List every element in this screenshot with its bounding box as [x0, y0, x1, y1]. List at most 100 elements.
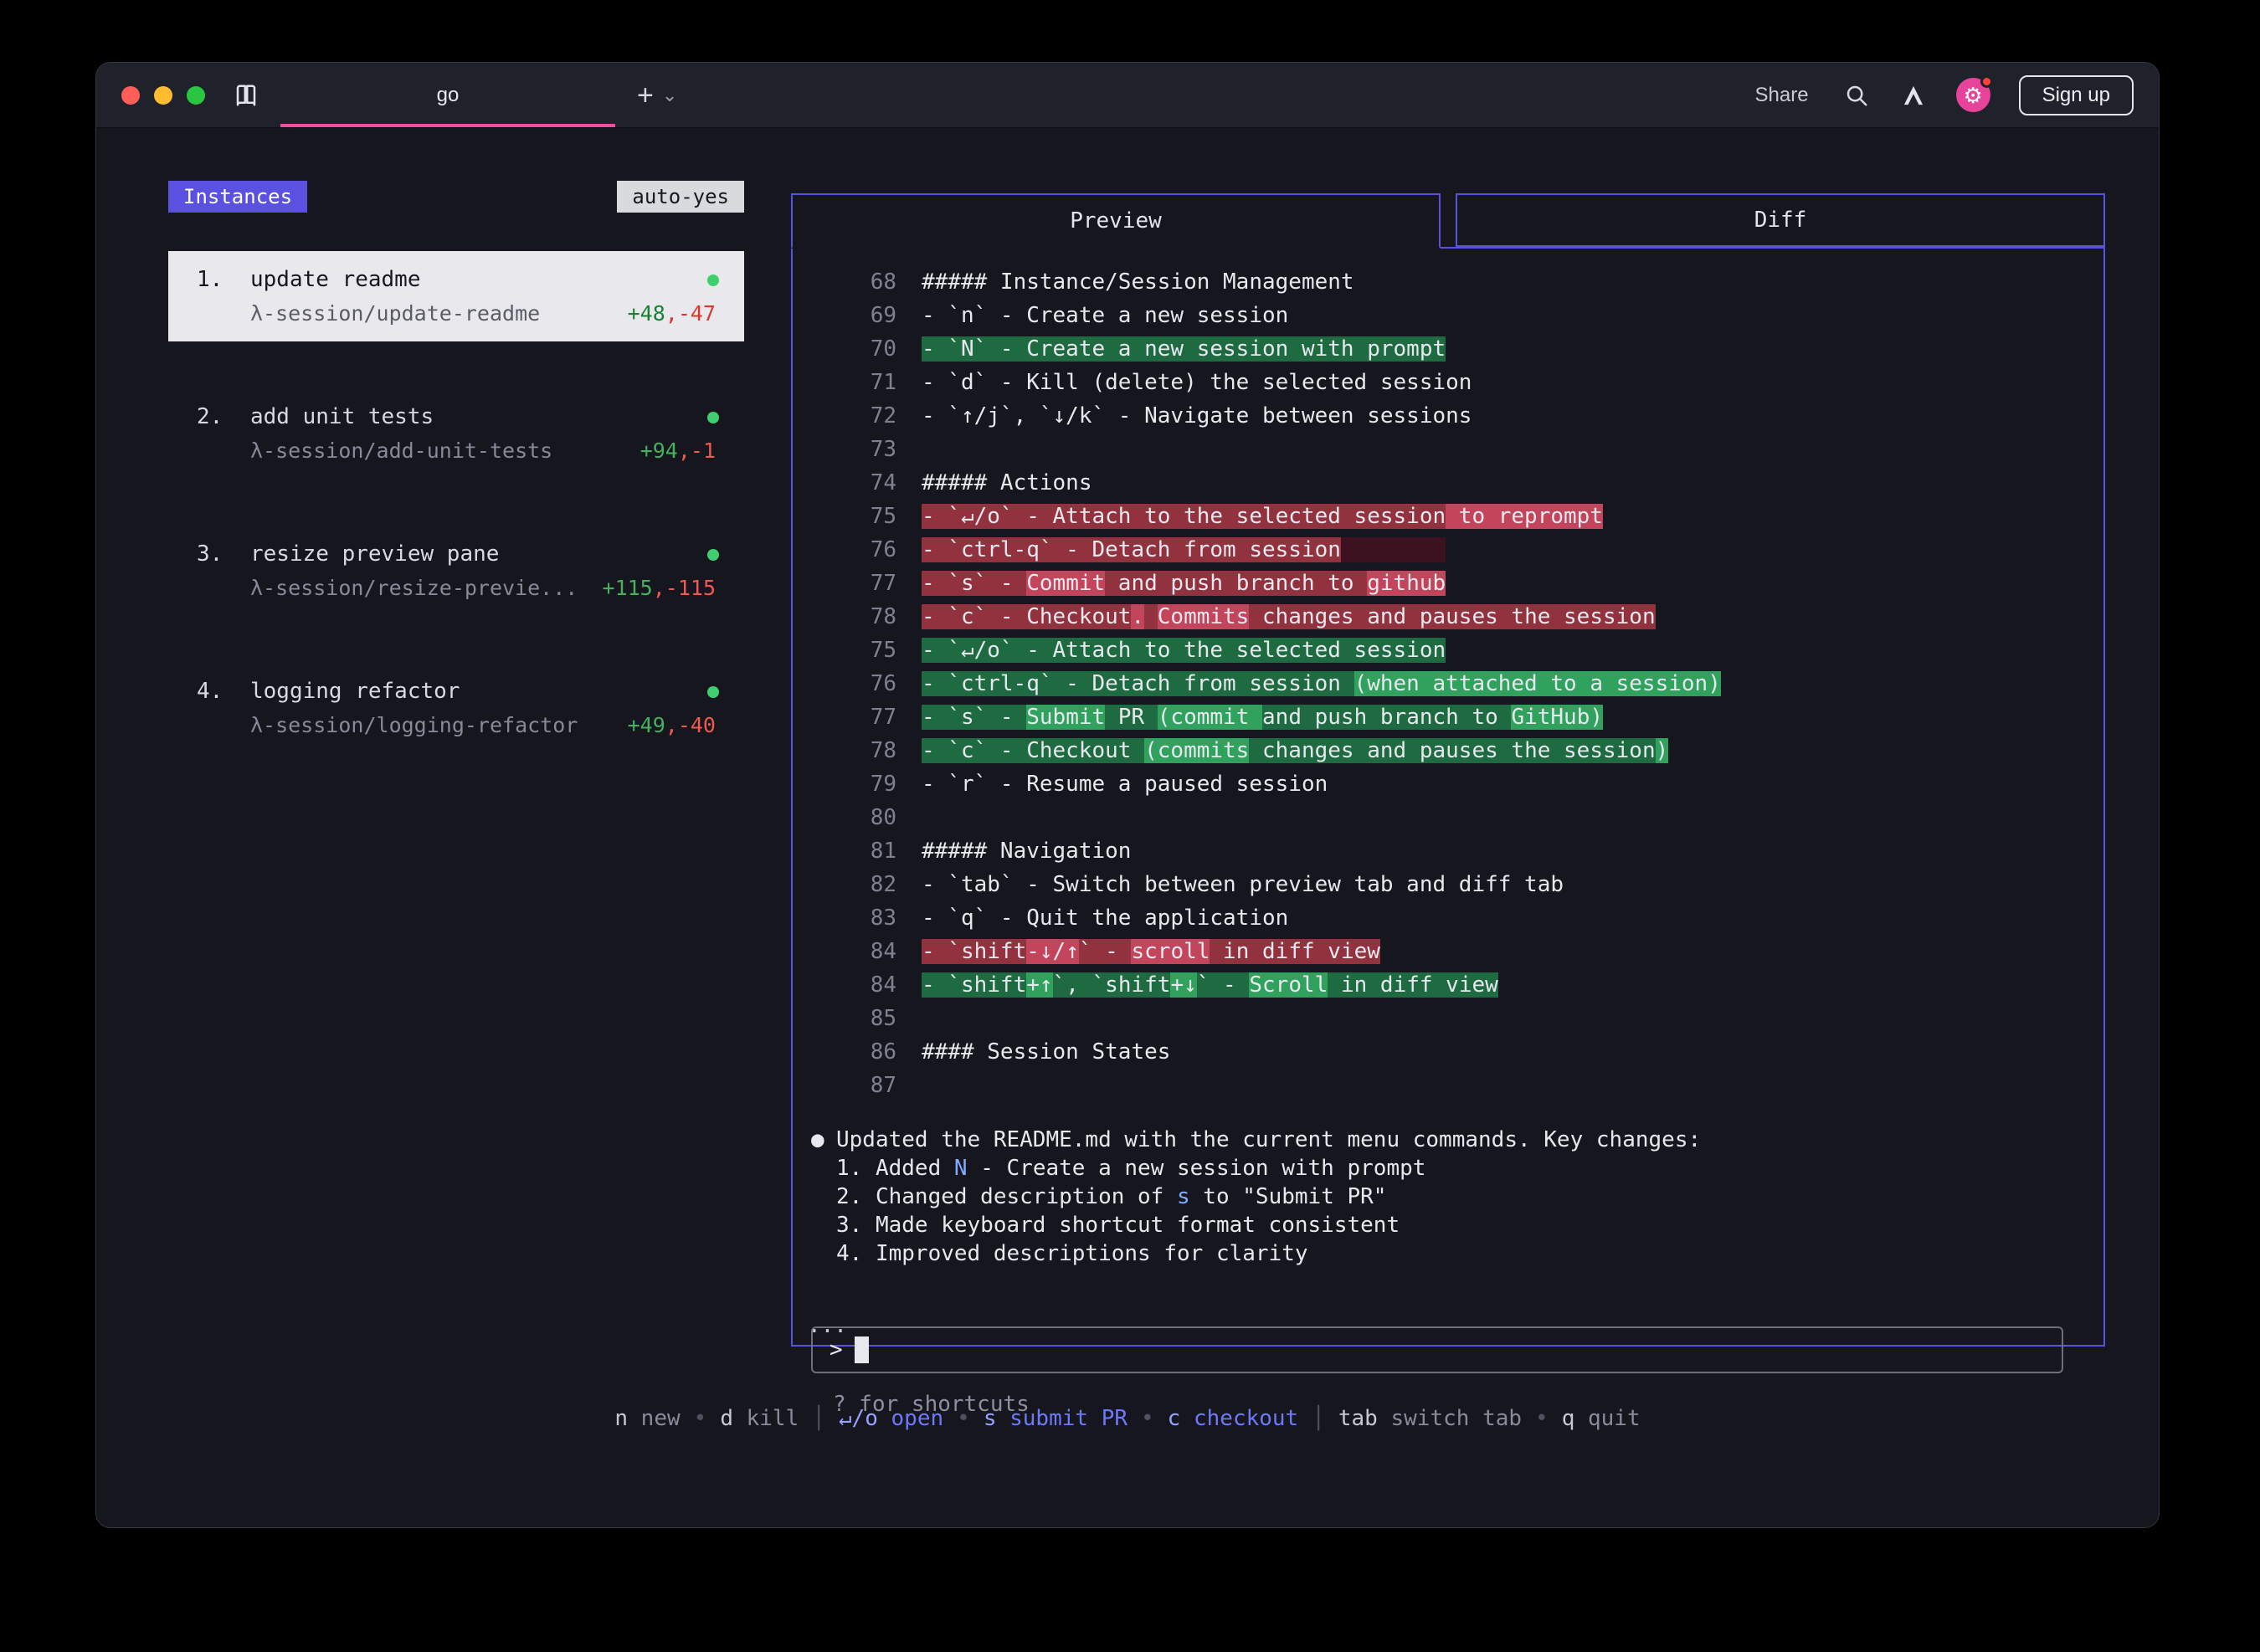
line-text: - `s` - Submit PR (commit and push branc…	[922, 700, 1603, 734]
hint-new: n new	[614, 1406, 680, 1431]
line-text: - `shift+↑`, `shift+↓` - Scroll in diff …	[922, 968, 1498, 1002]
instance-item[interactable]: 4. logging refactor λ-session/logging-re…	[168, 663, 744, 753]
instance-title: add unit tests	[250, 402, 434, 432]
chevron-down-icon[interactable]: ⌄	[662, 85, 677, 106]
diff-line: 81##### Navigation	[804, 834, 2103, 868]
line-text: - `↵/o` - Attach to the selected session…	[922, 500, 1603, 533]
line-number: 80	[804, 801, 896, 834]
diff-line: 85	[804, 1002, 2103, 1035]
titlebar: go + ⌄ Share ⚙ Sign up	[96, 63, 2159, 128]
diff-line: 84 - `shift+↑`, `shift+↓` - Scroll in dif…	[804, 968, 2103, 1002]
notification-dot	[1980, 75, 1993, 88]
instance-title: resize preview pane	[250, 539, 499, 569]
instance-stats: +49,-40	[628, 711, 716, 740]
line-number: 84	[804, 968, 896, 1002]
instance-deletions: ,-115	[653, 576, 716, 600]
line-number: 87	[804, 1069, 896, 1102]
status-dot-icon	[707, 274, 719, 286]
instance-additions: +115	[603, 576, 653, 600]
prompt-symbol: >	[830, 1337, 843, 1362]
diff-line: 77- `s` - Submit PR (commit and push bra…	[804, 700, 2103, 734]
instances-sidebar: Instances auto-yes 1. update readme λ-se…	[168, 181, 744, 800]
bookmarks-icon[interactable]	[234, 83, 259, 108]
instance-list: 1. update readme λ-session/update-readme…	[168, 251, 744, 753]
line-text: ##### Instance/Session Management	[922, 265, 1354, 299]
tab-go[interactable]: go	[280, 63, 615, 127]
active-tab-indicator	[280, 124, 615, 127]
instance-item[interactable]: 1. update readme λ-session/update-readme…	[168, 251, 744, 341]
line-text: - `c` - Checkout (commits changes and pa…	[922, 734, 1668, 767]
message-point: 4. Improved descriptions for clarity	[836, 1239, 2103, 1268]
diff-line: 79- `r` - Resume a paused session	[804, 767, 2103, 801]
inline-code: N	[954, 1156, 968, 1181]
instance-title: logging refactor	[250, 676, 460, 706]
diff-line: 70 - `N` - Create a new session with prom…	[804, 332, 2103, 366]
diff-line: 68##### Instance/Session Management	[804, 265, 2103, 299]
minimize-window-button[interactable]	[154, 86, 172, 105]
zoom-window-button[interactable]	[187, 86, 205, 105]
diff-content: 68##### Instance/Session Management69 - `…	[804, 265, 2103, 1102]
line-number: 85	[804, 1002, 896, 1035]
tab-title: go	[437, 84, 460, 107]
instance-deletions: ,-40	[665, 713, 716, 737]
diff-line: 76 - `ctrl-q` - Detach from session	[804, 533, 2103, 567]
line-text: - `shift-↓/↑` - scroll in diff view	[922, 935, 1380, 968]
preview-tabs: Preview Diff	[791, 193, 2105, 247]
line-number: 82	[804, 868, 896, 901]
diff-line: 76- `ctrl-q` - Detach from session (when…	[804, 667, 2103, 700]
line-number: 86	[804, 1035, 896, 1069]
sign-up-button[interactable]: Sign up	[2019, 75, 2134, 115]
close-window-button[interactable]	[121, 86, 140, 105]
app-logo-icon[interactable]	[1899, 81, 1928, 110]
line-text: - `n` - Create a new session	[922, 299, 1288, 332]
line-text: - `q` - Quit the application	[922, 901, 1288, 935]
instances-label: Instances	[168, 181, 307, 213]
settings-avatar-button[interactable]: ⚙	[1956, 78, 1990, 112]
instance-stats: +94,-1	[640, 437, 716, 465]
instance-branch: λ-session/update-readme	[250, 300, 540, 328]
instance-number: 3.	[197, 539, 250, 569]
line-text: - `d` - Kill (delete) the selected sessi…	[922, 366, 1472, 399]
instance-number: 4.	[197, 676, 250, 706]
search-icon[interactable]	[1842, 81, 1871, 110]
assistant-message: ● Updated the README.md with the current…	[811, 1126, 2103, 1268]
line-text: - `N` - Create a new session with prompt	[922, 332, 1446, 366]
instance-item[interactable]: 2. add unit tests λ-session/add-unit-tes…	[168, 388, 744, 479]
preview-panel-area: Preview Diff 68##### Instance/Session Man…	[791, 193, 2105, 1347]
instance-title: update readme	[250, 264, 421, 295]
line-number: 78	[804, 734, 896, 767]
line-text: - `r` - Resume a paused session	[922, 767, 1328, 801]
desktop: go + ⌄ Share ⚙ Sign up	[0, 0, 2260, 1652]
line-number: 75	[804, 500, 896, 533]
diff-line: 71 - `d` - Kill (delete) the selected ses…	[804, 366, 2103, 399]
separator: •	[1535, 1406, 1549, 1431]
instance-item[interactable]: 3. resize preview pane λ-session/resize-…	[168, 526, 744, 616]
share-button[interactable]: Share	[1755, 84, 1809, 107]
sidebar-header: Instances auto-yes	[168, 181, 744, 213]
line-text: - `↑/j`, `↓/k` - Navigate between sessio…	[922, 399, 1472, 433]
instance-deletions: ,-47	[665, 301, 716, 326]
status-dot-icon	[707, 686, 719, 698]
line-number: 76	[804, 667, 896, 700]
separator: •	[957, 1406, 970, 1431]
line-number: 71	[804, 366, 896, 399]
status-dot-icon	[707, 549, 719, 561]
diff-line: 83- `q` - Quit the application	[804, 901, 2103, 935]
tab-diff[interactable]: Diff	[1456, 193, 2105, 247]
hint-submit-PR: s submit PR	[984, 1406, 1127, 1431]
line-text: - `c` - Checkout. Commits changes and pa…	[922, 600, 1656, 634]
line-number: 76	[804, 533, 896, 567]
message-points: 1. Added N - Create a new session with p…	[836, 1154, 2103, 1268]
tab-preview[interactable]: Preview	[791, 193, 1441, 249]
separator: •	[694, 1406, 707, 1431]
terminal-window: go + ⌄ Share ⚙ Sign up	[95, 62, 2160, 1528]
line-number: 69	[804, 299, 896, 332]
line-text: - `ctrl-q` - Detach from session	[922, 533, 1446, 567]
instance-additions: +94	[640, 439, 678, 463]
prompt-input[interactable]: >	[811, 1326, 2063, 1373]
separator: │	[812, 1406, 825, 1431]
diff-line: 69 - `n` - Create a new session	[804, 299, 2103, 332]
line-number: 70	[804, 332, 896, 366]
message-intro: Updated the README.md with the current m…	[836, 1126, 1701, 1154]
new-tab-button[interactable]: +	[637, 81, 654, 110]
